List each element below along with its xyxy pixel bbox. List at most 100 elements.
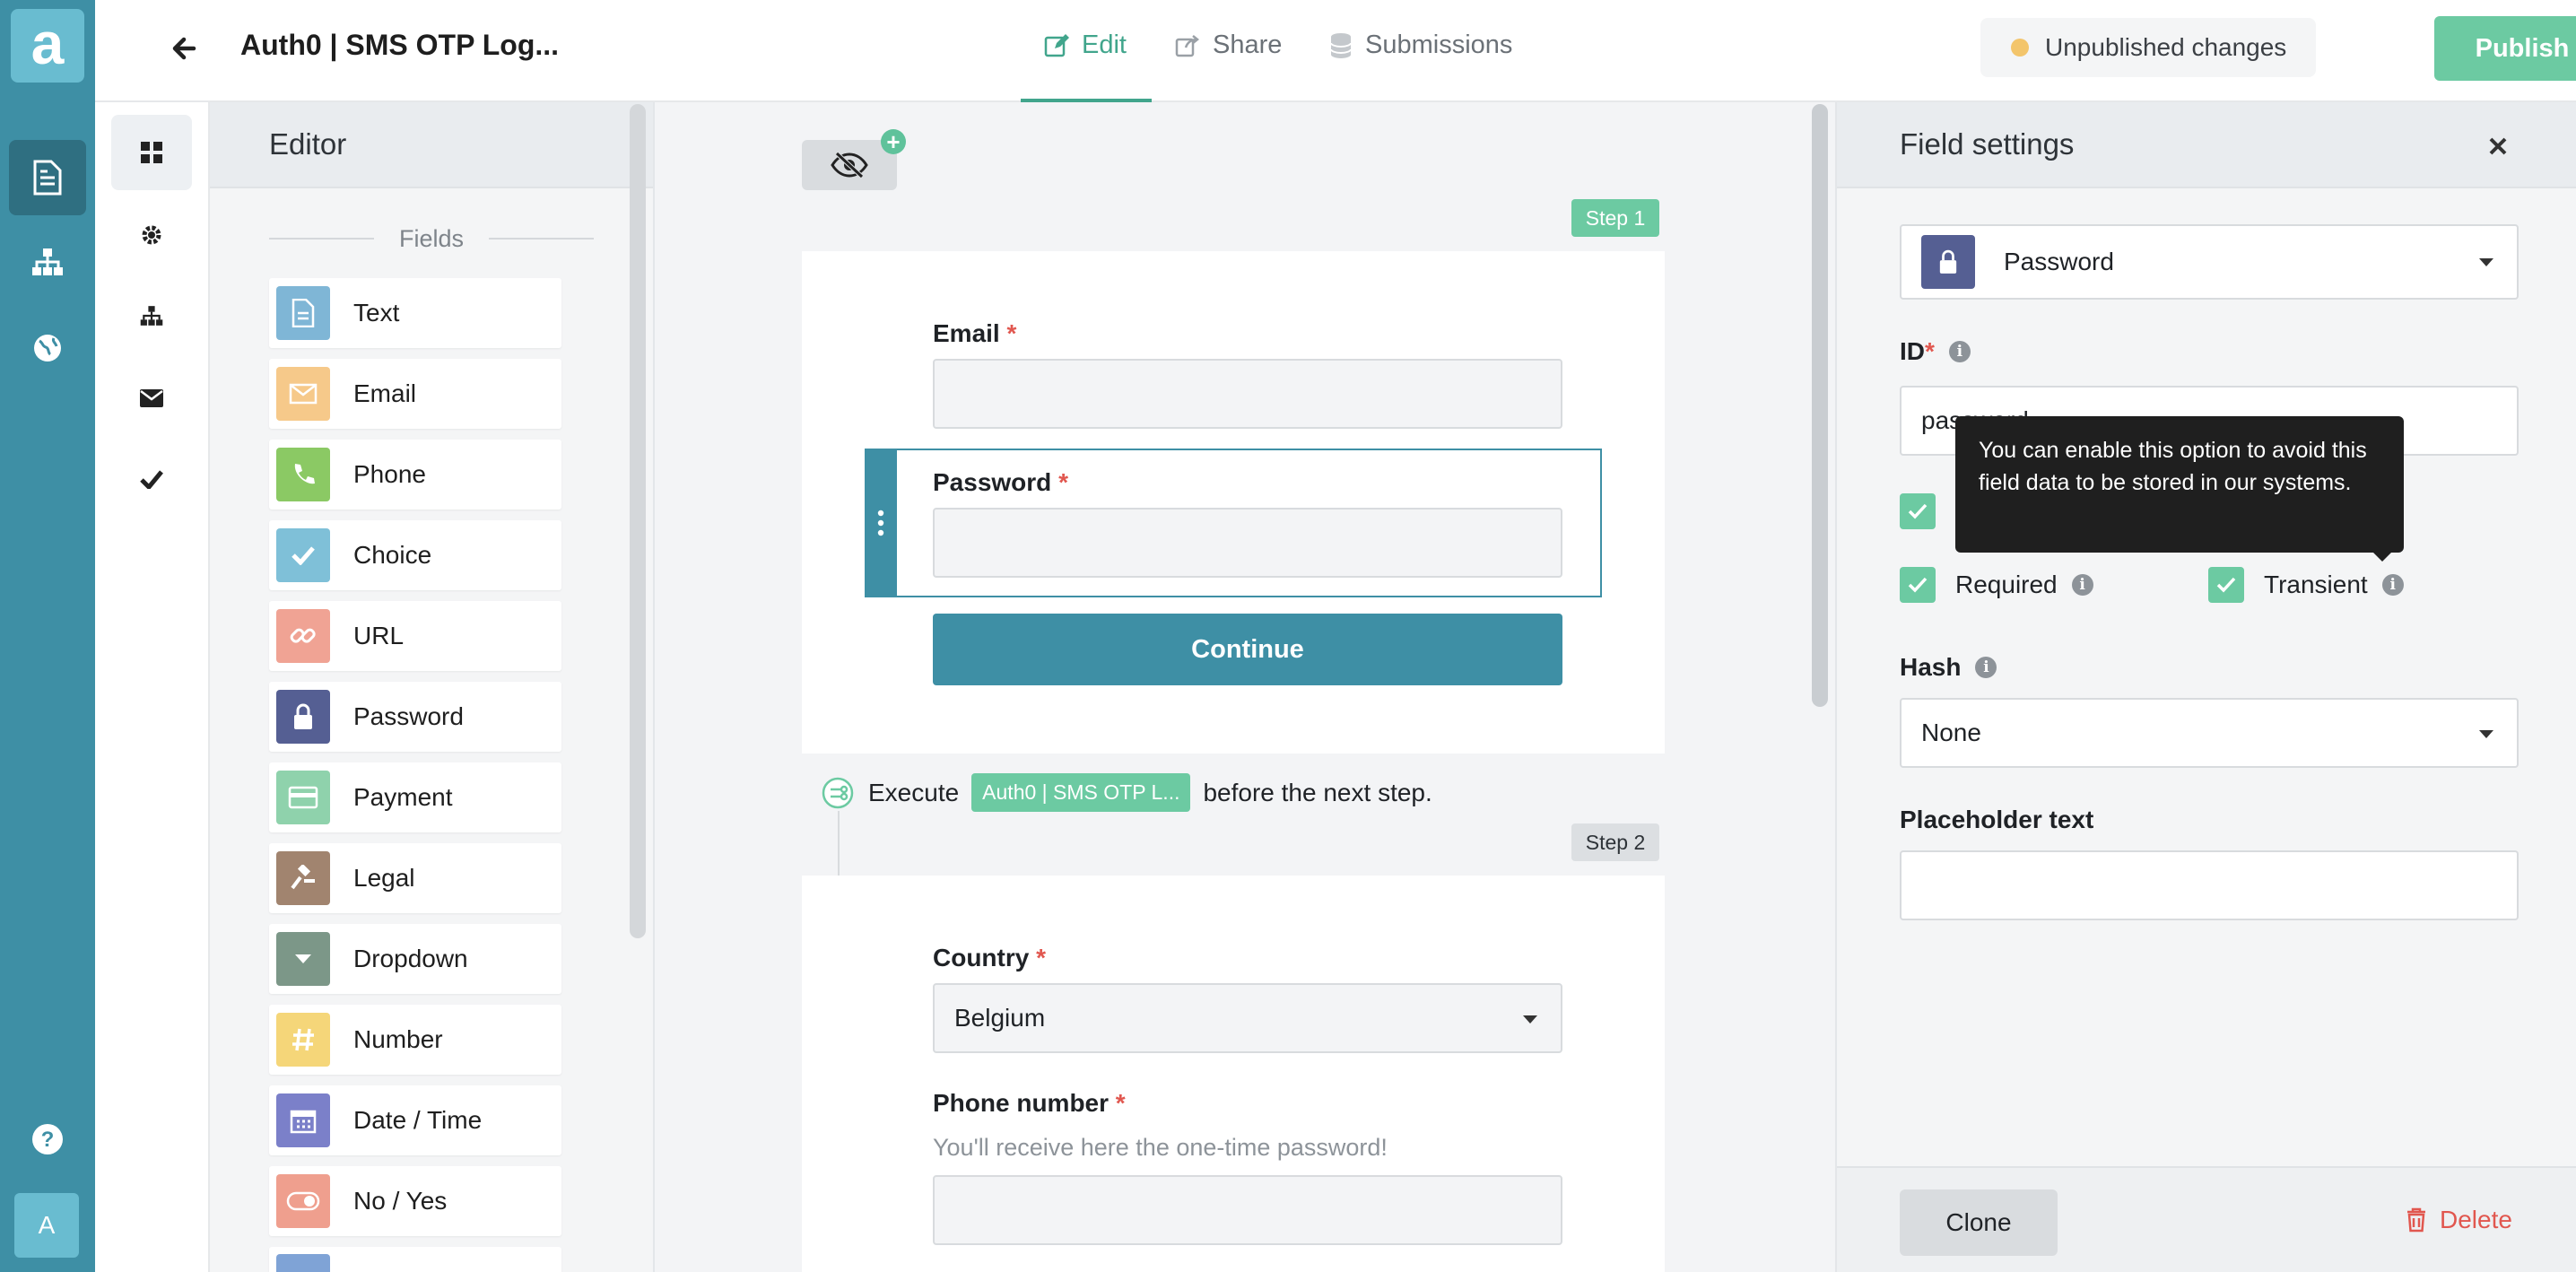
grid-icon <box>141 142 162 163</box>
field-type-choice[interactable]: Choice <box>269 520 561 590</box>
gear-icon <box>142 225 161 245</box>
field-type-password[interactable]: Password <box>269 682 561 752</box>
email-tool-button[interactable] <box>111 361 192 436</box>
continue-button[interactable]: Continue <box>933 614 1562 685</box>
field-type-label: No / Yes <box>353 1187 448 1215</box>
top-bar: Auth0 | SMS OTP Log... Edit Share Submis… <box>95 0 2576 102</box>
email-input[interactable] <box>933 359 1562 429</box>
field-type-phone[interactable]: Phone <box>269 440 561 510</box>
flow-tool-button[interactable] <box>111 278 192 353</box>
lock-icon <box>1921 235 1975 289</box>
phone-icon <box>276 448 330 501</box>
publish-button[interactable]: Publish <box>2434 16 2576 81</box>
tab-submissions[interactable]: Submissions <box>1329 30 1512 60</box>
field-type-select[interactable]: Password <box>1900 224 2519 300</box>
status-badge: Unpublished changes <box>1980 18 2316 77</box>
sitemap-icon <box>32 248 63 275</box>
forms-nav-button[interactable] <box>9 140 86 215</box>
tab-share[interactable]: Share <box>1175 30 1282 60</box>
close-button[interactable] <box>2476 124 2520 169</box>
flows-nav-button[interactable] <box>9 224 86 300</box>
hash-value: None <box>1921 719 1981 746</box>
tab-share-label: Share <box>1213 30 1283 59</box>
field-type-label: Email <box>353 379 417 407</box>
fields-section-label: Fields <box>398 224 465 252</box>
hidden-checkbox[interactable] <box>1900 493 1936 529</box>
hash-select[interactable]: None <box>1900 698 2519 768</box>
transient-checkbox[interactable] <box>2208 567 2244 603</box>
flow-chip[interactable]: Auth0 | SMS OTP L... <box>971 773 1191 812</box>
settings-header: Field settings <box>1837 102 2576 188</box>
document-icon <box>276 286 330 340</box>
back-button[interactable] <box>170 32 197 65</box>
field-type-url[interactable]: URL <box>269 601 561 671</box>
phone-label: Phone number * <box>933 1089 1126 1117</box>
field-type-no-yes[interactable]: No / Yes <box>269 1166 561 1236</box>
credit-card-icon <box>276 771 330 824</box>
placeholder-label: Placeholder text <box>1900 806 2094 833</box>
field-type-email[interactable]: Email <box>269 359 561 429</box>
tab-edit[interactable]: Edit <box>1044 30 1127 60</box>
flow-connector-line <box>838 811 840 883</box>
field-type-payment[interactable]: Payment <box>269 762 561 832</box>
pencil-icon <box>1044 33 1069 57</box>
field-type-text[interactable]: Text <box>269 278 561 348</box>
help-icon: ? <box>32 1124 63 1154</box>
info-icon[interactable]: i <box>1948 341 1971 362</box>
field-type-date-time[interactable]: Date / Time <box>269 1085 561 1155</box>
tab-edit-label: Edit <box>1082 30 1127 59</box>
status-dot-icon <box>2011 39 2029 57</box>
toggle-icon <box>276 1174 330 1228</box>
field-type-legal[interactable]: Legal <box>269 843 561 913</box>
placeholder-input[interactable] <box>1900 850 2519 920</box>
step2-badge: Step 2 <box>1571 823 1659 861</box>
settings-title: Field settings <box>1900 127 2075 161</box>
delete-label: Delete <box>2440 1206 2512 1233</box>
country-select[interactable]: Belgium <box>933 983 1562 1053</box>
password-input[interactable] <box>933 508 1562 578</box>
database-icon <box>1330 32 1352 58</box>
execute-logic-row: Execute Auth0 | SMS OTP L... before the … <box>868 773 1432 812</box>
hash-icon <box>276 1013 330 1067</box>
execute-suffix: before the next step. <box>1203 778 1432 806</box>
country-label: Country * <box>933 944 1047 971</box>
clone-button[interactable]: Clone <box>1900 1189 2058 1256</box>
field-type-label: Text <box>353 299 400 327</box>
step1-badge: Step 1 <box>1571 199 1659 237</box>
info-icon[interactable]: i <box>1975 657 1997 678</box>
editor-title: Editor <box>269 127 347 161</box>
field-type-number[interactable]: Number <box>269 1005 561 1075</box>
info-icon[interactable]: i <box>2071 574 2093 596</box>
avatar[interactable]: A <box>14 1193 79 1258</box>
info-icon[interactable]: i <box>2381 574 2404 596</box>
field-type-label: Legal <box>353 864 415 892</box>
field-type-value: Password <box>2004 248 2114 275</box>
required-option[interactable]: Required i <box>1900 567 2093 603</box>
required-label: Required <box>1955 571 2058 598</box>
transient-option[interactable]: Transient i <box>2208 567 2404 603</box>
delete-button[interactable]: Delete <box>2406 1206 2512 1234</box>
globe-nav-button[interactable] <box>9 310 86 386</box>
phone-input[interactable] <box>933 1175 1562 1245</box>
vertical-dots-icon <box>877 510 884 536</box>
lock-icon <box>276 690 330 744</box>
required-checkbox[interactable] <box>1900 567 1936 603</box>
field-type-label: Date / Time <box>353 1106 483 1134</box>
canvas-scrollbar[interactable] <box>1812 104 1828 707</box>
app-logo[interactable]: a <box>11 9 84 83</box>
field-type-more[interactable] <box>269 1247 561 1272</box>
transient-label: Transient <box>2264 571 2368 598</box>
add-block-button[interactable]: + <box>881 129 906 154</box>
form-canvas: + Step 1 Email * Password * Continue Exe… <box>653 102 1835 1272</box>
field-type-dropdown[interactable]: Dropdown <box>269 924 561 994</box>
check-icon <box>276 528 330 582</box>
password-label: Password * <box>933 468 1068 496</box>
fields-tool-button[interactable] <box>111 115 192 190</box>
settings-tool-button[interactable] <box>111 197 192 273</box>
svg-text:?: ? <box>41 1128 55 1152</box>
help-button[interactable]: ? <box>9 1102 86 1177</box>
share-icon <box>1175 34 1200 57</box>
editor-scrollbar[interactable] <box>630 104 646 938</box>
ending-tool-button[interactable] <box>111 441 192 517</box>
drag-handle[interactable] <box>865 449 897 597</box>
